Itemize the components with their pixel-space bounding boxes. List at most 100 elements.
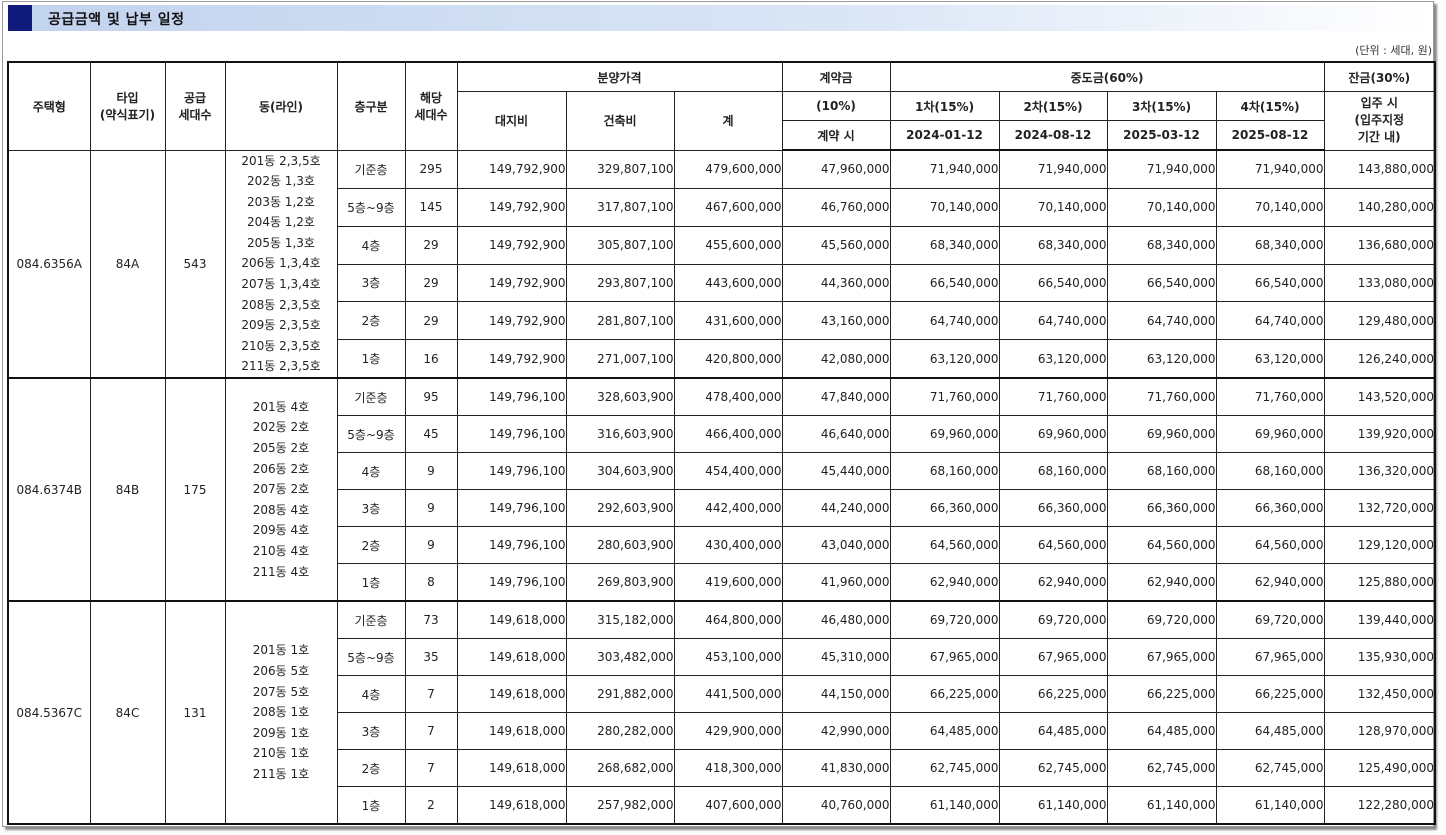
floor-cell: 2층 [336,526,406,565]
building-cost-cell: 293,807,100 [565,263,675,303]
middle-3-cell: 64,740,000 [1106,301,1217,341]
contract-cell: 43,040,000 [781,526,891,565]
contract-cell: 46,480,000 [781,600,891,640]
land-cost-cell: 149,796,100 [456,452,567,491]
header-contract: 계약금 [781,61,891,92]
land-cost-cell: 149,792,900 [456,263,567,303]
total-price-cell: 455,600,000 [673,225,783,265]
balance-cell: 132,450,000 [1323,675,1436,714]
header-middle: 중도금(60%) [889,61,1325,92]
units-cell: 7 [404,749,458,788]
middle-3-cell: 66,225,000 [1106,675,1217,714]
middle-3-cell: 62,940,000 [1106,563,1217,603]
balance-cell: 122,280,000 [1323,786,1436,825]
building-cost-cell: 329,807,100 [565,149,675,189]
units-cell: 35 [404,638,458,677]
units-cell: 45 [404,415,458,454]
land-cost-cell: 149,792,900 [456,149,567,189]
balance-cell: 133,080,000 [1323,263,1436,303]
table-header: 주택형 타입 (약식표기) 공급 세대수 동(라인) 층구분 해당 세대수 분양가격 … [7,61,1436,151]
middle-2-cell: 70,140,000 [998,187,1108,227]
dong-line-item: 208동 2,3,5호 [241,297,321,312]
middle-4-cell: 69,960,000 [1215,415,1325,454]
header-type: 타입 (약식표기) [89,61,166,151]
land-cost-cell: 149,796,100 [456,489,567,528]
middle-3-cell: 71,760,000 [1106,377,1217,417]
housing-type-cell: 084.5367C [7,600,91,825]
dong-line-item: 204동 1,2호 [247,215,315,230]
land-cost-cell: 149,796,100 [456,526,567,565]
header-housing-type: 주택형 [7,61,91,151]
building-cost-cell: 268,682,000 [565,749,675,788]
units-cell: 7 [404,712,458,751]
building-cost-cell: 315,182,000 [565,600,675,640]
building-cost-cell: 292,603,900 [565,489,675,528]
balance-cell: 139,440,000 [1323,600,1436,640]
dong-line-item: 203동 1,2호 [247,194,315,209]
contract-cell: 44,240,000 [781,489,891,528]
dong-line-item: 211동 2,3,5호 [241,359,321,374]
middle-1-cell: 67,965,000 [889,638,1000,677]
middle-4-cell: 66,540,000 [1215,263,1325,303]
building-cost-cell: 328,603,900 [565,377,675,417]
middle-3-cell: 68,160,000 [1106,452,1217,491]
dong-line-item: 207동 2호 [252,482,310,497]
land-cost-cell: 149,792,900 [456,301,567,341]
total-price-cell: 429,900,000 [673,712,783,751]
contract-cell: 46,760,000 [781,187,891,227]
dong-line-item: 205동 2호 [252,441,310,456]
type-cell: 84B [89,377,166,603]
middle-1-cell: 64,560,000 [889,526,1000,565]
building-cost-cell: 257,982,000 [565,786,675,825]
total-price-cell: 442,400,000 [673,489,783,528]
dong-line-item: 210동 1호 [252,746,310,761]
dong-line-item: 201동 4호 [252,399,310,414]
middle-4-cell: 68,160,000 [1215,452,1325,491]
header-m2-date: 2024-08-12 [998,120,1108,151]
dong-line-item: 207동 5호 [252,684,310,699]
dong-line-item: 211동 4호 [252,564,310,579]
middle-2-cell: 66,360,000 [998,489,1108,528]
dong-line-item: 207동 1,3,4호 [241,277,321,292]
middle-3-cell: 61,140,000 [1106,786,1217,825]
contract-cell: 40,760,000 [781,786,891,825]
header-units-line1: 해당 [419,91,443,106]
table-row: 084.6356A 84A 543 201동 2,3,5호 202동 1,3호 203동 … [7,149,1436,380]
middle-4-cell: 68,340,000 [1215,225,1325,265]
dong-line-item: 202동 2호 [252,420,310,435]
floor-cell: 5층~9층 [336,415,406,454]
contract-cell: 45,440,000 [781,452,891,491]
header-units: 해당세대수 [404,61,458,151]
land-cost-cell: 149,796,100 [456,563,567,603]
unit-note: (단위 : 세대, 원) [1355,44,1432,57]
middle-1-cell: 71,940,000 [889,149,1000,189]
middle-4-cell: 62,940,000 [1215,563,1325,603]
header-units-line2: 세대수 [414,108,448,123]
balance-cell: 136,680,000 [1323,225,1436,265]
middle-2-cell: 71,760,000 [998,377,1108,417]
land-cost-cell: 149,792,900 [456,187,567,227]
floor-cell: 5층~9층 [336,638,406,677]
middle-2-cell: 62,745,000 [998,749,1108,788]
balance-cell: 132,720,000 [1323,489,1436,528]
header-floor: 층구분 [336,61,406,151]
land-cost-cell: 149,618,000 [456,712,567,751]
header-supply: 공급 세대수 [164,61,226,151]
floor-cell: 1층 [336,563,406,603]
total-price-cell: 454,400,000 [673,452,783,491]
middle-3-cell: 62,745,000 [1106,749,1217,788]
contract-cell: 45,560,000 [781,225,891,265]
balance-cell: 129,120,000 [1323,526,1436,565]
middle-3-cell: 63,120,000 [1106,339,1217,380]
header-m4-date: 2025-08-12 [1215,120,1325,151]
title-marker [8,5,32,31]
middle-1-cell: 69,960,000 [889,415,1000,454]
header-balance-line2: (입주지정 [1354,113,1405,128]
building-cost-cell: 280,282,000 [565,712,675,751]
contract-cell: 45,310,000 [781,638,891,677]
middle-4-cell: 71,760,000 [1215,377,1325,417]
contract-cell: 47,960,000 [781,149,891,189]
total-price-cell: 419,600,000 [673,563,783,603]
total-price-cell: 430,400,000 [673,526,783,565]
header-land: 대지비 [456,91,567,151]
